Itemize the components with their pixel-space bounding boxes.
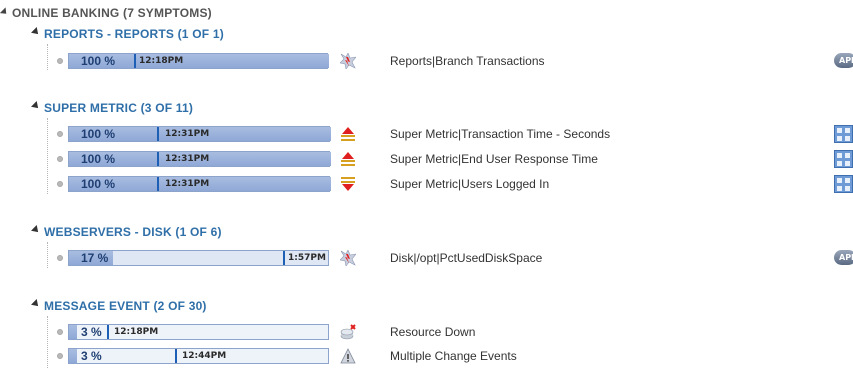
api-icon[interactable]: API: [834, 250, 853, 265]
status-dot: [57, 131, 63, 137]
symptom-description: Resource Down: [390, 325, 476, 339]
progress-bar: 3 % 12:44PM: [68, 348, 329, 364]
symptom-row[interactable]: 3 % 12:44PM Multiple Change Events: [0, 347, 853, 365]
symptom-description: Reports|Branch Transactions: [390, 54, 545, 68]
group-header[interactable]: SUPER METRIC (3 OF 11): [31, 101, 332, 117]
collapse-arrow-icon[interactable]: [31, 101, 41, 111]
group-title: WEBSERVERS - DISK (1 OF 6): [44, 225, 222, 239]
time-label: 12:18PM: [114, 327, 159, 337]
time-label: 12:44PM: [182, 351, 227, 361]
group-header[interactable]: MESSAGE EVENT (2 OF 30): [31, 299, 332, 315]
group-header[interactable]: REPORTS - REPORTS (1 OF 1): [31, 27, 332, 43]
progress-bar: 3 % 12:18PM: [68, 324, 329, 340]
alert-burst-icon: [340, 250, 356, 266]
time-label: 12:18PM: [139, 56, 184, 66]
symptom-row[interactable]: 100 % 12:18PM Reports|Branch Transaction…: [0, 52, 853, 70]
symptom-row[interactable]: 100 % 12:31PM Super Metric|End User Resp…: [0, 150, 853, 168]
percent-label: 17 %: [81, 251, 109, 265]
collapse-arrow-icon[interactable]: [31, 299, 41, 309]
collapse-arrow-icon[interactable]: [31, 27, 41, 37]
progress-bar: 100 % 12:31PM: [68, 176, 331, 192]
progress-bar: 100 % 12:18PM: [68, 53, 329, 69]
symptom-row[interactable]: 100 % 12:31PM Super Metric|Users Logged …: [0, 175, 853, 193]
time-label: 12:31PM: [165, 154, 210, 164]
symptom-row[interactable]: 100 % 12:31PM Super Metric|Transaction T…: [0, 125, 853, 143]
symptom-row[interactable]: 17 % 1:57PM Disk|/opt|PctUsedDiskSpace A…: [0, 249, 853, 267]
symptom-description: Multiple Change Events: [390, 349, 517, 363]
percent-label: 100 %: [81, 127, 116, 141]
status-dot: [57, 58, 63, 64]
calculator-icon[interactable]: [834, 150, 853, 168]
resource-down-icon: [340, 324, 356, 340]
status-dot: [57, 156, 63, 162]
status-dot: [57, 353, 63, 359]
time-label: 12:31PM: [165, 129, 210, 139]
time-label: 12:31PM: [165, 179, 210, 189]
group-title: SUPER METRIC (3 OF 11): [44, 101, 194, 115]
warning-triangle-icon: [340, 348, 356, 364]
status-dot: [57, 255, 63, 261]
alert-burst-icon: [340, 53, 356, 69]
group-title: REPORTS - REPORTS (1 OF 1): [44, 27, 224, 41]
symptom-description: Super Metric|End User Response Time: [390, 152, 598, 166]
trend-up-icon: [341, 152, 355, 166]
symptom-description: Super Metric|Transaction Time - Seconds: [390, 127, 611, 141]
symptom-row[interactable]: 3 % 12:18PM Resource Down: [0, 323, 853, 341]
collapse-arrow-icon[interactable]: [31, 225, 41, 235]
collapse-arrow-icon[interactable]: [0, 7, 10, 17]
time-label: 1:57PM: [288, 253, 326, 263]
status-dot: [57, 181, 63, 187]
percent-label: 100 %: [81, 177, 116, 191]
trend-up-icon: [341, 127, 355, 141]
progress-bar: 100 % 12:31PM: [68, 126, 331, 142]
status-dot: [57, 329, 63, 335]
percent-label: 100 %: [81, 54, 116, 68]
percent-label: 3 %: [81, 325, 102, 339]
group-header[interactable]: WEBSERVERS - DISK (1 OF 6): [31, 225, 332, 241]
percent-label: 3 %: [81, 349, 102, 363]
api-icon[interactable]: API: [834, 53, 853, 68]
calculator-icon[interactable]: [834, 125, 853, 143]
root-header[interactable]: ONLINE BANKING (7 SYMPTOMS): [0, 6, 300, 22]
trend-down-icon: [341, 177, 355, 191]
symptom-description: Super Metric|Users Logged In: [390, 177, 550, 191]
group-title: MESSAGE EVENT (2 OF 30): [44, 299, 207, 313]
root-title: ONLINE BANKING (7 SYMPTOMS): [12, 6, 212, 20]
percent-label: 100 %: [81, 152, 116, 166]
symptom-description: Disk|/opt|PctUsedDiskSpace: [390, 251, 543, 265]
calculator-icon[interactable]: [834, 175, 853, 193]
progress-bar: 100 % 12:31PM: [68, 151, 331, 167]
progress-bar: 17 % 1:57PM: [68, 250, 329, 266]
